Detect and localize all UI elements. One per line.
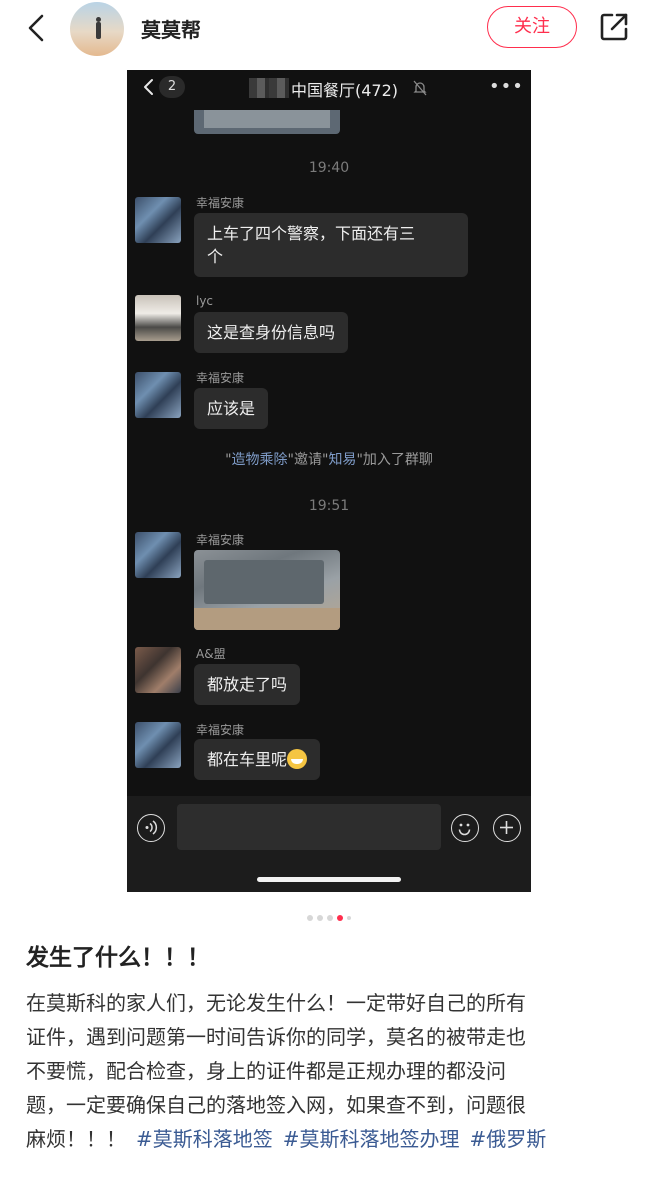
hashtag-link[interactable]: #莫斯科落地签 [136,1127,273,1151]
sender-avatar [135,372,181,418]
follow-button[interactable]: 关注 [487,6,577,48]
author-username[interactable]: 莫莫帮 [141,14,201,43]
chat-timestamp: 19:51 [308,498,350,514]
chat-bubble: 都放走了吗 [194,664,301,705]
post-body-text: 麻烦！！！ [26,1127,126,1151]
post-body-line: 题，一定要确保自己的落地签入网，如果查不到，问题很 [26,1093,526,1117]
hashtag-link[interactable]: #俄罗斯 [470,1127,547,1151]
sender-name: 幸福安康 [196,196,245,210]
chat-group-title: 中国餐厅(472) [291,81,399,100]
mute-bell-icon [413,80,427,96]
chat-title-blurred-prefix [249,78,289,98]
post-body-line: 在莫斯科的家人们，无论发生什么！一定带好自己的所有 [26,991,526,1015]
grinning-face-emoji-icon [287,749,308,769]
sender-name: 幸福安康 [196,371,245,385]
chat-header: 2 中国餐厅(472) ••• [127,70,531,106]
chat-bubble-text: 都在车里呢 [207,750,288,769]
chat-text-field [177,804,441,850]
system-text: "加入了群聊 [356,452,433,468]
chat-bubble: 都在车里呢 [194,739,321,780]
post-body-line-last: 麻烦！！！ #莫斯科落地签 #莫斯科落地签办理 #俄罗斯 [26,1122,638,1156]
sender-avatar [135,722,181,768]
carousel-dot-active[interactable] [337,914,343,921]
post-title: 发生了什么！！！ [26,945,210,971]
carousel-indicator [0,907,658,921]
chat-bubble: 应该是 [194,388,269,429]
system-join-message: "造物乘除"邀请"知易"加入了群聊 [127,449,531,469]
system-text: "邀请" [287,452,329,468]
home-indicator [257,877,401,882]
back-icon[interactable] [20,8,56,48]
sender-name: lyc [196,294,214,308]
sender-avatar [135,197,181,243]
system-nickname: 知易 [328,452,357,468]
chat-image-message [194,550,340,630]
carousel-dot[interactable] [307,914,313,921]
post-image-chat-screenshot[interactable]: 2 中国餐厅(472) ••• 19:40 幸福安康 上车了四个警察，下面还有三… [127,70,531,892]
voice-icon [137,814,165,842]
author-avatar[interactable] [70,2,124,56]
system-nickname: 造物乘除 [231,452,288,468]
chat-timestamp: 19:40 [308,160,350,176]
sender-avatar [135,295,181,341]
carousel-dot[interactable] [347,915,351,920]
chat-bubble-line: 上车了四个警察，下面还有三 [207,224,416,243]
chat-bubble-line: 个 [207,247,224,266]
sender-name: 幸福安康 [196,533,245,547]
post-body-line: 证件，遇到问题第一时间告诉你的同学，莫名的被带走也 [26,1025,526,1049]
chat-image-partial [194,110,340,134]
sender-name: 幸福安康 [196,723,245,737]
sender-avatar [135,532,181,578]
chat-input-bar [127,796,531,892]
chat-more-icon: ••• [489,76,524,97]
avatar-figure [96,22,101,39]
post-body-line: 不要慌，配合检查，身上的证件都是正规办理的都没问 [26,1059,506,1083]
chat-bubble: 上车了四个警察，下面还有三 个 [194,213,468,277]
top-bar: 莫莫帮 关注 [0,0,658,56]
carousel-dot[interactable] [317,914,323,921]
chat-unread-badge: 2 [159,76,185,98]
sender-avatar [135,647,181,693]
carousel-dot[interactable] [327,914,333,921]
post-body: 在莫斯科的家人们，无论发生什么！一定带好自己的所有 证件，遇到问题第一时间告诉你… [26,986,638,1156]
emoji-icon [451,814,479,842]
share-external-icon[interactable] [596,9,632,45]
plus-icon [493,814,521,842]
chat-bubble: 这是查身份信息吗 [194,312,349,353]
chat-back-icon [141,76,157,98]
hashtag-link[interactable]: #莫斯科落地签办理 [283,1127,460,1151]
sender-name: A&盟 [196,647,226,661]
